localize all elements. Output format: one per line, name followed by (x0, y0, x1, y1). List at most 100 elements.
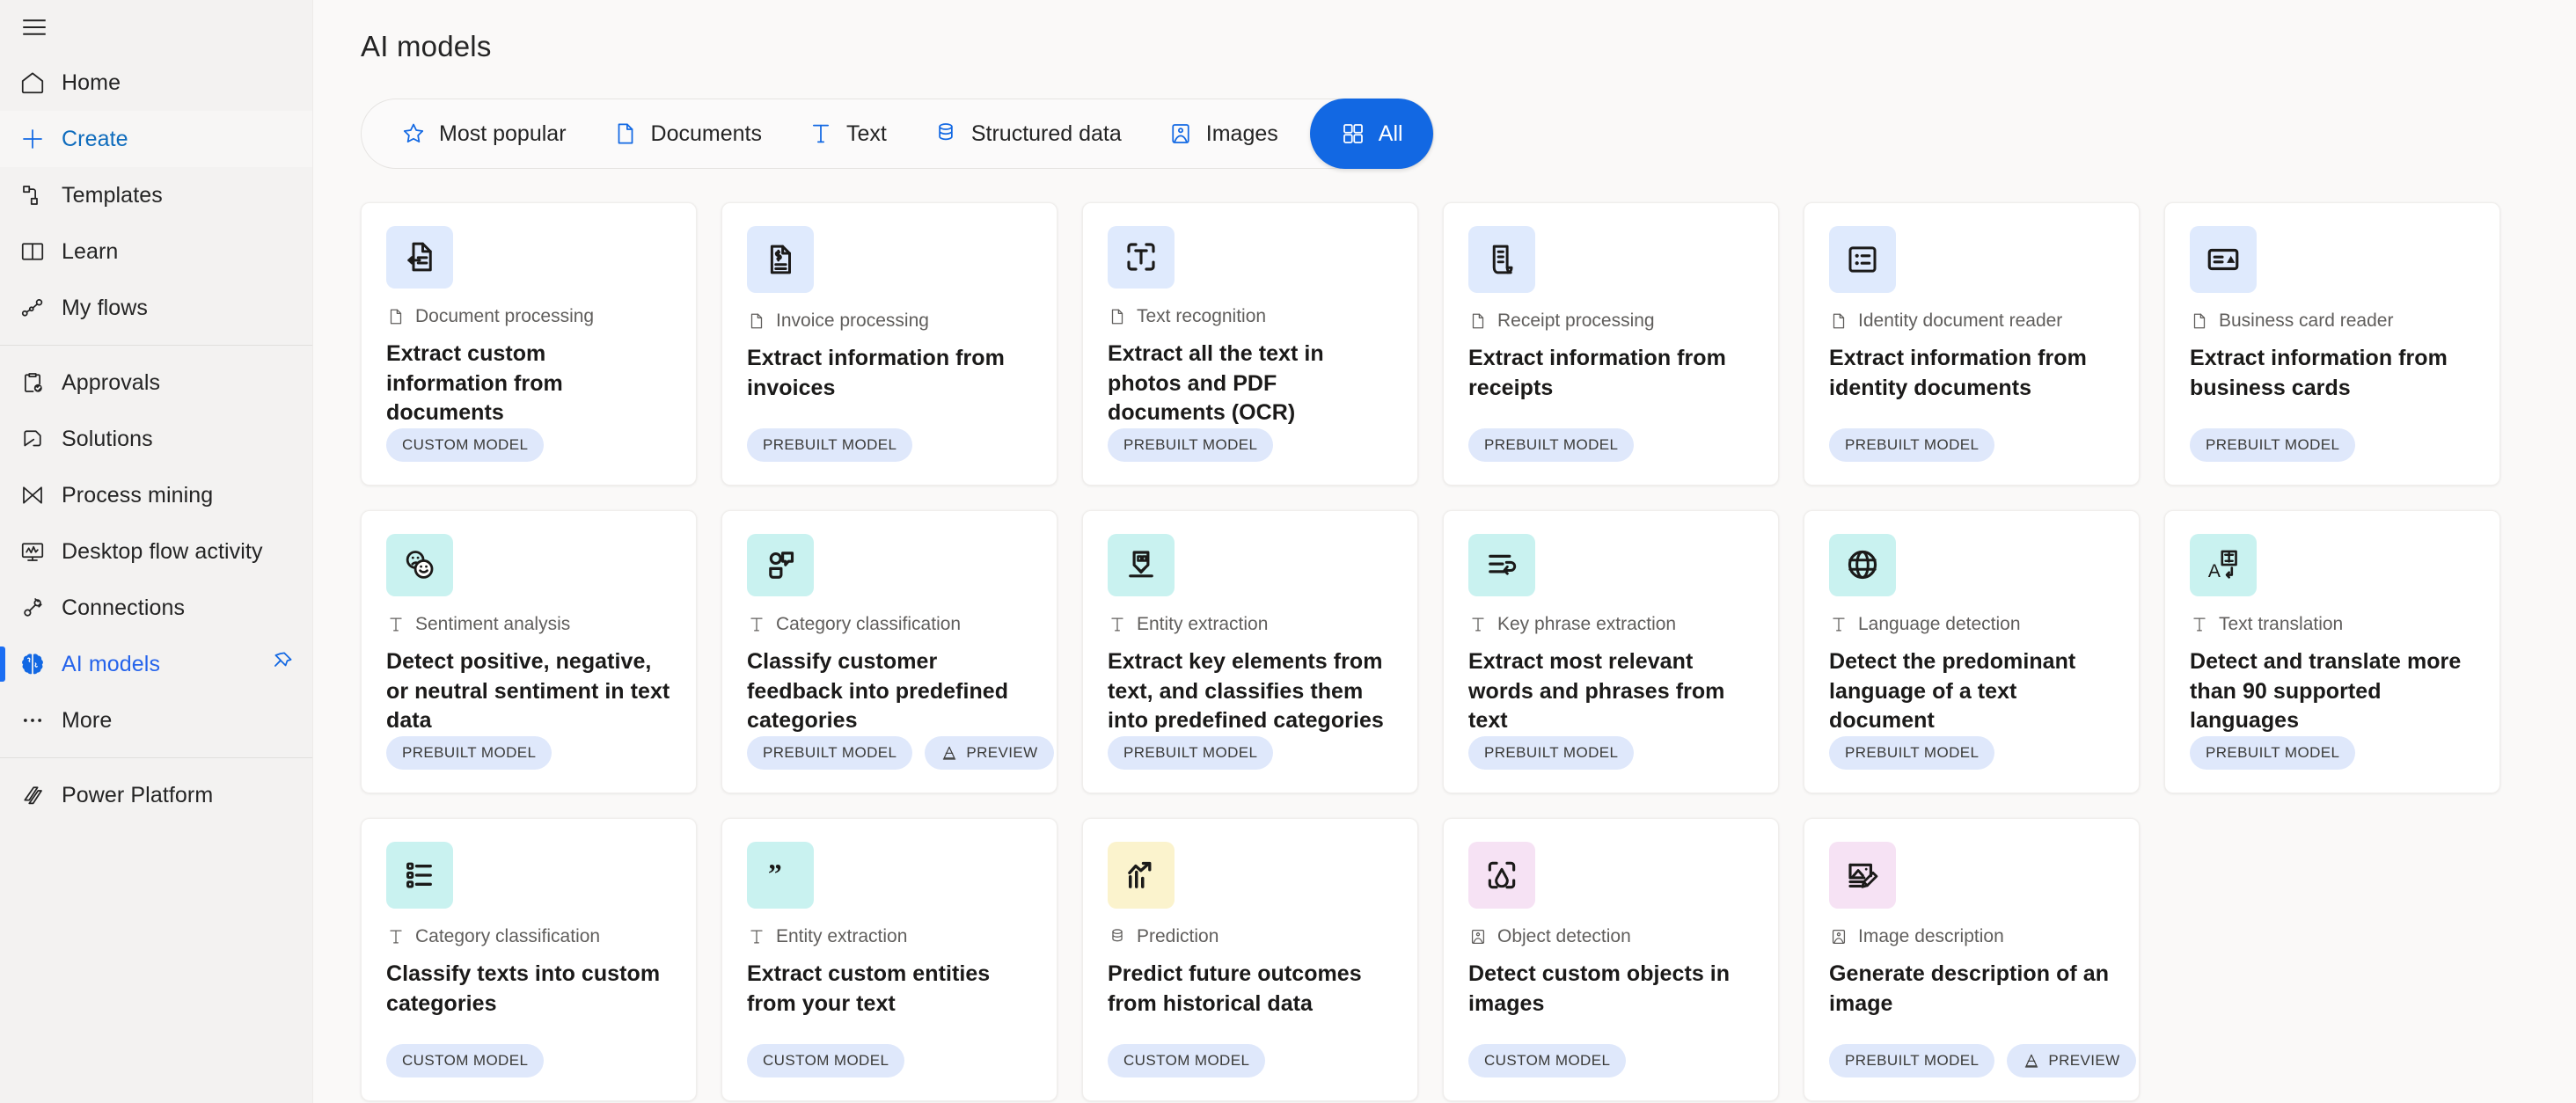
sidebar-item-desktop-flow-activity[interactable]: Desktop flow activity (0, 523, 312, 580)
model-tag-label: PREVIEW (2048, 1052, 2120, 1069)
sidebar-item-solutions[interactable]: Solutions (0, 411, 312, 467)
sidebar-item-process-mining[interactable]: Process mining (0, 467, 312, 523)
filter-tab-label: Structured data (970, 121, 1122, 146)
model-card[interactable]: Identity document reader Extract informat… (1804, 202, 2140, 486)
model-tag-label: PREBUILT MODEL (1484, 436, 1619, 453)
sidebar-item-label: Approvals (62, 369, 161, 395)
model-card[interactable]: Entity extraction Extract key elements fr… (1082, 510, 1418, 793)
model-kind: Category classification (386, 926, 671, 947)
model-card[interactable]: Category classification Classify customer… (721, 510, 1057, 793)
entity-quote-icon (1108, 534, 1175, 596)
templates-icon (14, 177, 51, 214)
model-kind: Text recognition (1108, 306, 1393, 327)
model-kind-label: Invoice processing (776, 310, 929, 331)
model-kind: Business card reader (2190, 310, 2475, 332)
sidebar-item-home[interactable]: Home (0, 55, 312, 111)
model-tag-label: PREBUILT MODEL (1845, 436, 1980, 453)
model-tag: PREBUILT MODEL (2190, 736, 2356, 770)
filter-tab-documents[interactable]: Documents (589, 106, 785, 161)
filter-tab-images[interactable]: Images (1145, 106, 1301, 161)
model-tags: PREBUILT MODEL PREVIEW (1829, 1044, 2136, 1077)
hamburger-menu-button[interactable] (0, 0, 312, 55)
model-card[interactable]: Invoice processing Extract information fr… (721, 202, 1057, 486)
preview-cone-icon (940, 744, 958, 762)
model-tags: PREBUILT MODEL (1829, 736, 2114, 770)
hamburger-icon (19, 12, 49, 42)
text-t-icon (386, 614, 406, 635)
sidebar-item-label: Connections (62, 595, 186, 620)
model-card[interactable]: Prediction Predict future outcomes from h… (1082, 818, 1418, 1101)
model-title: Classify texts into custom categories (386, 961, 661, 1016)
model-card[interactable]: Language detection Detect the predominant… (1804, 510, 2140, 793)
model-kind-label: Text recognition (1137, 305, 1267, 326)
sidebar-item-templates[interactable]: Templates (0, 167, 312, 223)
id-card-icon (1829, 226, 1896, 293)
filter-tab-most-popular[interactable]: Most popular (377, 106, 589, 161)
sentiment-faces-icon (386, 534, 453, 596)
sidebar-item-label: Power Platform (62, 782, 214, 807)
model-card[interactable]: Category classification Classify texts in… (361, 818, 697, 1101)
model-tag: PREVIEW (2007, 1044, 2136, 1077)
filter-tab-all[interactable]: All (1309, 99, 1433, 169)
sidebar-item-approvals[interactable]: Approvals (0, 354, 312, 411)
sidebar-item-label: Home (62, 69, 121, 95)
sidebar-item-connections[interactable]: Connections (0, 580, 312, 636)
brain-icon (14, 646, 51, 683)
model-card-grid: Document processing Extract custom inform… (313, 169, 2576, 1101)
sidebar-item-more[interactable]: More (0, 692, 312, 749)
model-tag-label: PREBUILT MODEL (763, 744, 897, 761)
model-card[interactable]: A Text translation Detect and translate mo… (2164, 510, 2500, 793)
text-t-icon (1468, 614, 1488, 635)
flow-icon (14, 289, 51, 326)
model-title: Extract custom entities from your text (747, 961, 991, 1016)
sidebar-item-create[interactable]: Create (0, 111, 312, 167)
model-kind-label: Language detection (1858, 613, 2021, 634)
sidebar-divider-1 (0, 345, 312, 346)
model-title: Detect and translate more than 90 suppor… (2190, 648, 2462, 734)
sidebar-item-label: Templates (62, 182, 163, 208)
document-icon (1829, 310, 1848, 332)
model-card[interactable]: Key phrase extraction Extract most releva… (1443, 510, 1779, 793)
sidebar-item-my-flows[interactable]: My flows (0, 280, 312, 336)
model-card[interactable]: ” Entity extraction Extract custom entitie… (721, 818, 1057, 1101)
model-card[interactable]: Receipt processing Extract information fr… (1443, 202, 1779, 486)
image-icon (1468, 926, 1488, 947)
model-kind-label: Category classification (415, 926, 601, 946)
pin-icon[interactable] (268, 649, 295, 680)
sidebar-group-primary: Home Create Templates Learn My flows (0, 55, 312, 336)
model-title: Extract information from identity docume… (1829, 346, 2087, 400)
desktop-monitor-icon (14, 533, 51, 570)
document-icon (2190, 310, 2209, 332)
filter-tab-label: Documents (650, 121, 762, 146)
model-card[interactable]: Document processing Extract custom inform… (361, 202, 697, 486)
ellipsis-icon (14, 702, 51, 739)
filter-tab-structured-data[interactable]: Structured data (910, 106, 1145, 161)
model-card[interactable]: Text recognition Extract all the text in … (1082, 202, 1418, 486)
model-tag: PREBUILT MODEL (1468, 736, 1635, 770)
sidebar-item-power-platform[interactable]: Power Platform (0, 767, 312, 823)
sidebar-item-ai-models[interactable]: AI models (0, 636, 312, 692)
model-card[interactable]: Image description Generate description of… (1804, 818, 2140, 1101)
sidebar-item-label: Learn (62, 238, 119, 264)
filter-tab-text[interactable]: Text (785, 106, 910, 161)
model-kind: Document processing (386, 306, 671, 327)
model-kind-label: Category classification (776, 613, 962, 634)
model-kind: Identity document reader (1829, 310, 2114, 332)
sidebar-item-learn[interactable]: Learn (0, 223, 312, 280)
filter-tab-label: Images (1205, 121, 1278, 146)
model-tag-label: CUSTOM MODEL (402, 1052, 529, 1069)
model-card[interactable]: Sentiment analysis Detect positive, negat… (361, 510, 697, 793)
database-icon (1108, 926, 1127, 947)
plus-icon (14, 121, 51, 157)
key-phrase-icon (1468, 534, 1535, 596)
model-tags: PREBUILT MODEL (2190, 736, 2475, 770)
model-kind-label: Entity extraction (776, 926, 908, 946)
image-icon (1829, 926, 1848, 947)
model-card[interactable]: Object detection Detect custom objects in… (1443, 818, 1779, 1101)
document-icon (612, 121, 639, 147)
model-card[interactable]: Business card reader Extract information … (2164, 202, 2500, 486)
model-title: Extract information from business cards (2190, 346, 2448, 400)
svg-text:”: ” (768, 858, 782, 889)
model-title: Extract all the text in photos and PDF d… (1108, 340, 1324, 426)
model-tag: CUSTOM MODEL (386, 1044, 545, 1077)
